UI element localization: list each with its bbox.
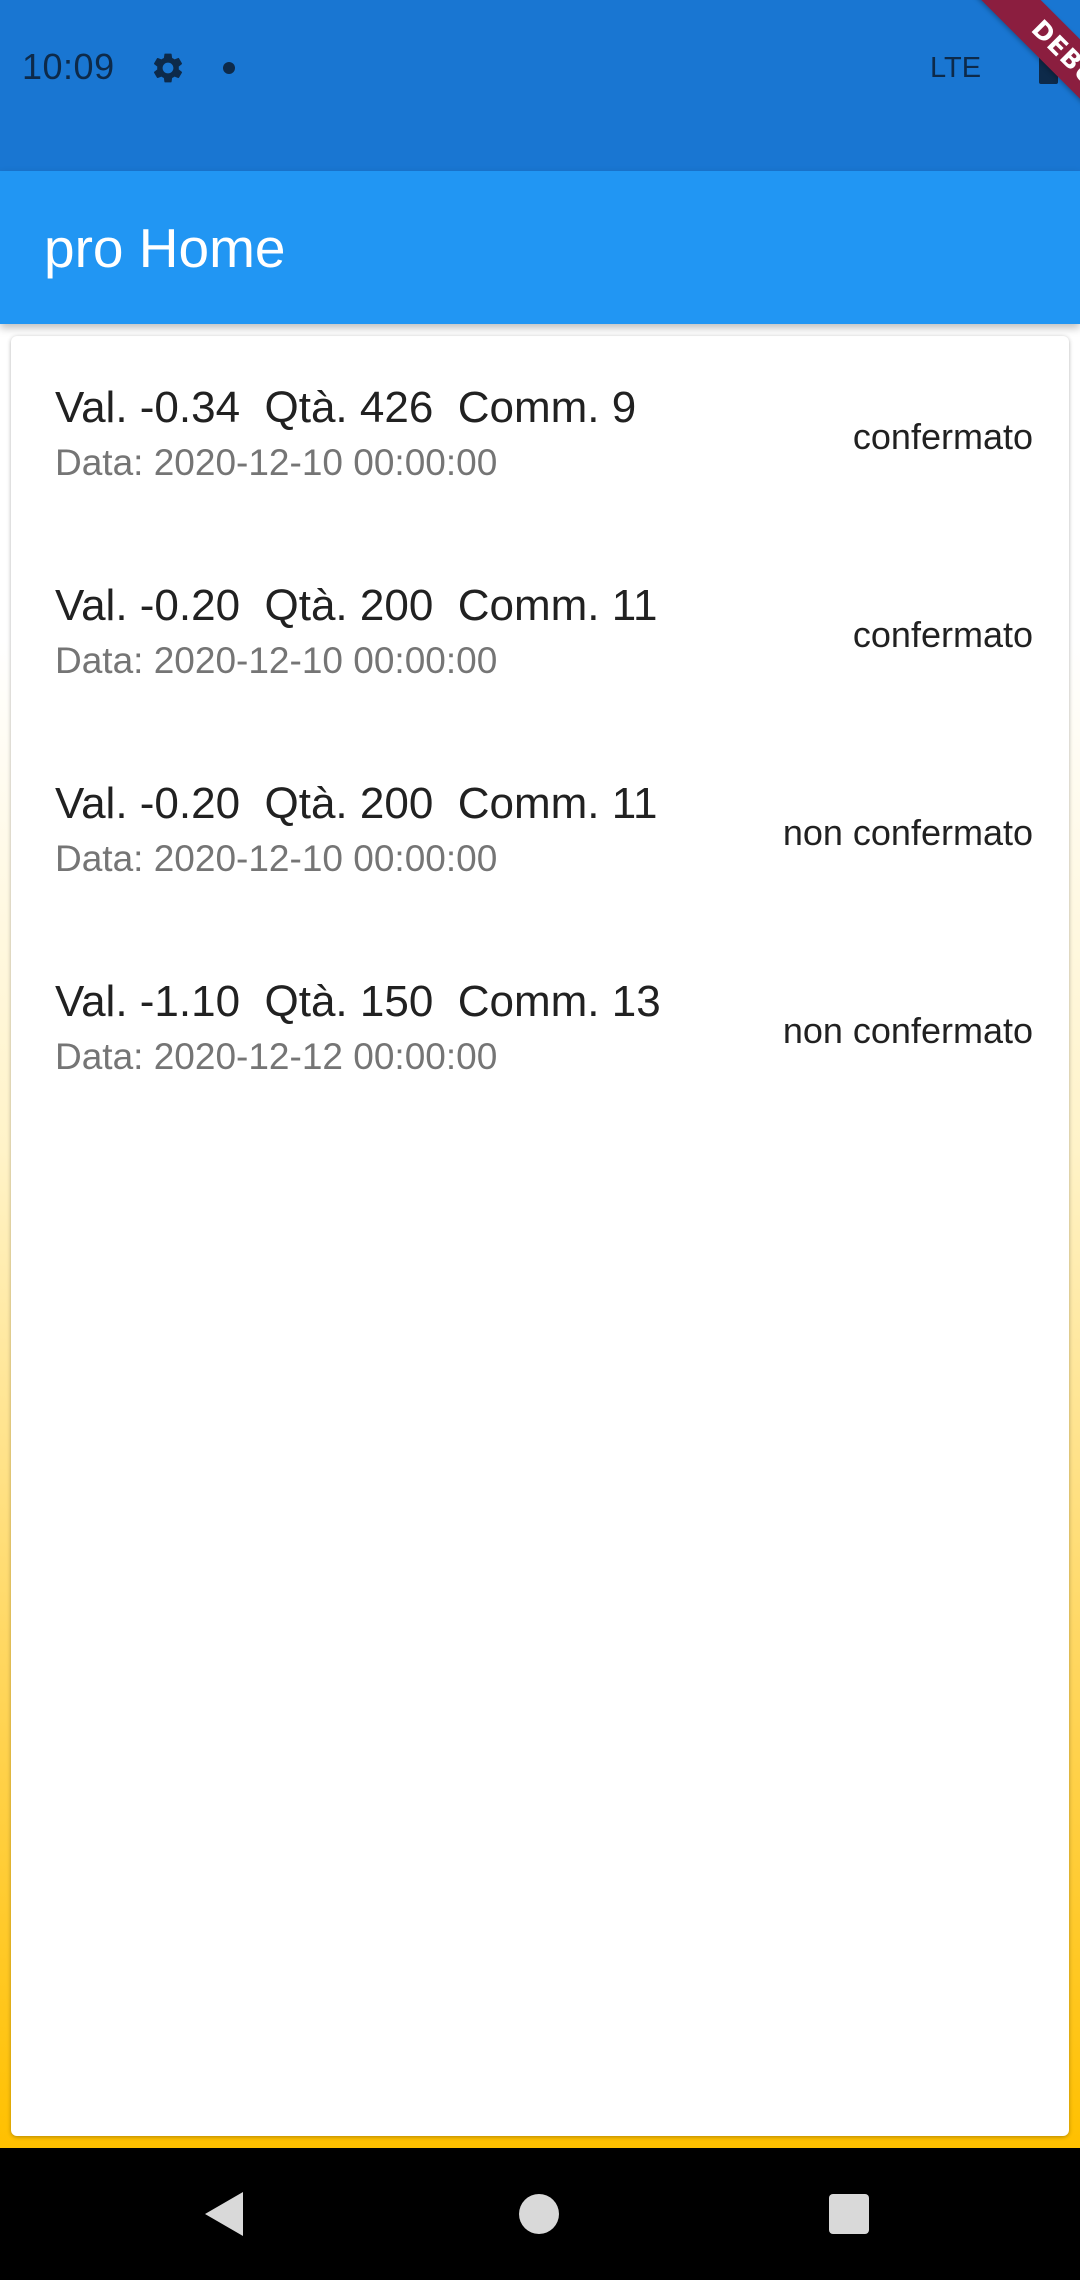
item-status: confermato bbox=[852, 416, 1033, 457]
item-title: Val. -1.10 Qtà. 150 Comm. 13 bbox=[55, 977, 661, 1026]
home-icon[interactable] bbox=[519, 2194, 559, 2234]
item-status: confermato bbox=[852, 614, 1033, 655]
status-bar: 10:09 LTE bbox=[0, 0, 1080, 171]
back-icon[interactable] bbox=[205, 2192, 243, 2236]
list-item[interactable]: Val. -1.10 Qtà. 150 Comm. 13 Data: 2020-… bbox=[11, 930, 1069, 1128]
gear-icon bbox=[153, 53, 183, 83]
item-title: Val. -0.20 Qtà. 200 Comm. 11 bbox=[55, 581, 658, 630]
list-card: Val. -0.34 Qtà. 426 Comm. 9 Data: 2020-1… bbox=[11, 336, 1069, 2136]
list-item[interactable]: Val. -0.34 Qtà. 426 Comm. 9 Data: 2020-1… bbox=[11, 336, 1069, 534]
item-status: non confermato bbox=[782, 812, 1033, 853]
item-status: non confermato bbox=[782, 1010, 1033, 1051]
list-item[interactable]: Val. -0.20 Qtà. 200 Comm. 11 Data: 2020-… bbox=[11, 732, 1069, 930]
status-time: 10:09 bbox=[22, 46, 115, 87]
navigation-bar bbox=[0, 2148, 1080, 2280]
recent-apps-icon[interactable] bbox=[829, 2194, 869, 2234]
item-date: Data: 2020-12-10 00:00:00 bbox=[55, 838, 498, 879]
item-date: Data: 2020-12-10 00:00:00 bbox=[55, 442, 498, 483]
item-title: Val. -0.20 Qtà. 200 Comm. 11 bbox=[55, 779, 658, 828]
screen: 10:09 LTE pro Home Val. -0.34 Qtà. 426 C… bbox=[0, 0, 1080, 2280]
item-date: Data: 2020-12-10 00:00:00 bbox=[55, 640, 498, 681]
page-title: pro Home bbox=[44, 217, 286, 279]
item-title: Val. -0.34 Qtà. 426 Comm. 9 bbox=[55, 383, 637, 432]
notification-dot-icon bbox=[223, 62, 235, 74]
app-bar: pro Home bbox=[0, 171, 1080, 324]
list-item[interactable]: Val. -0.20 Qtà. 200 Comm. 11 Data: 2020-… bbox=[11, 534, 1069, 732]
network-type: LTE bbox=[930, 52, 982, 84]
item-date: Data: 2020-12-12 00:00:00 bbox=[55, 1036, 498, 1077]
